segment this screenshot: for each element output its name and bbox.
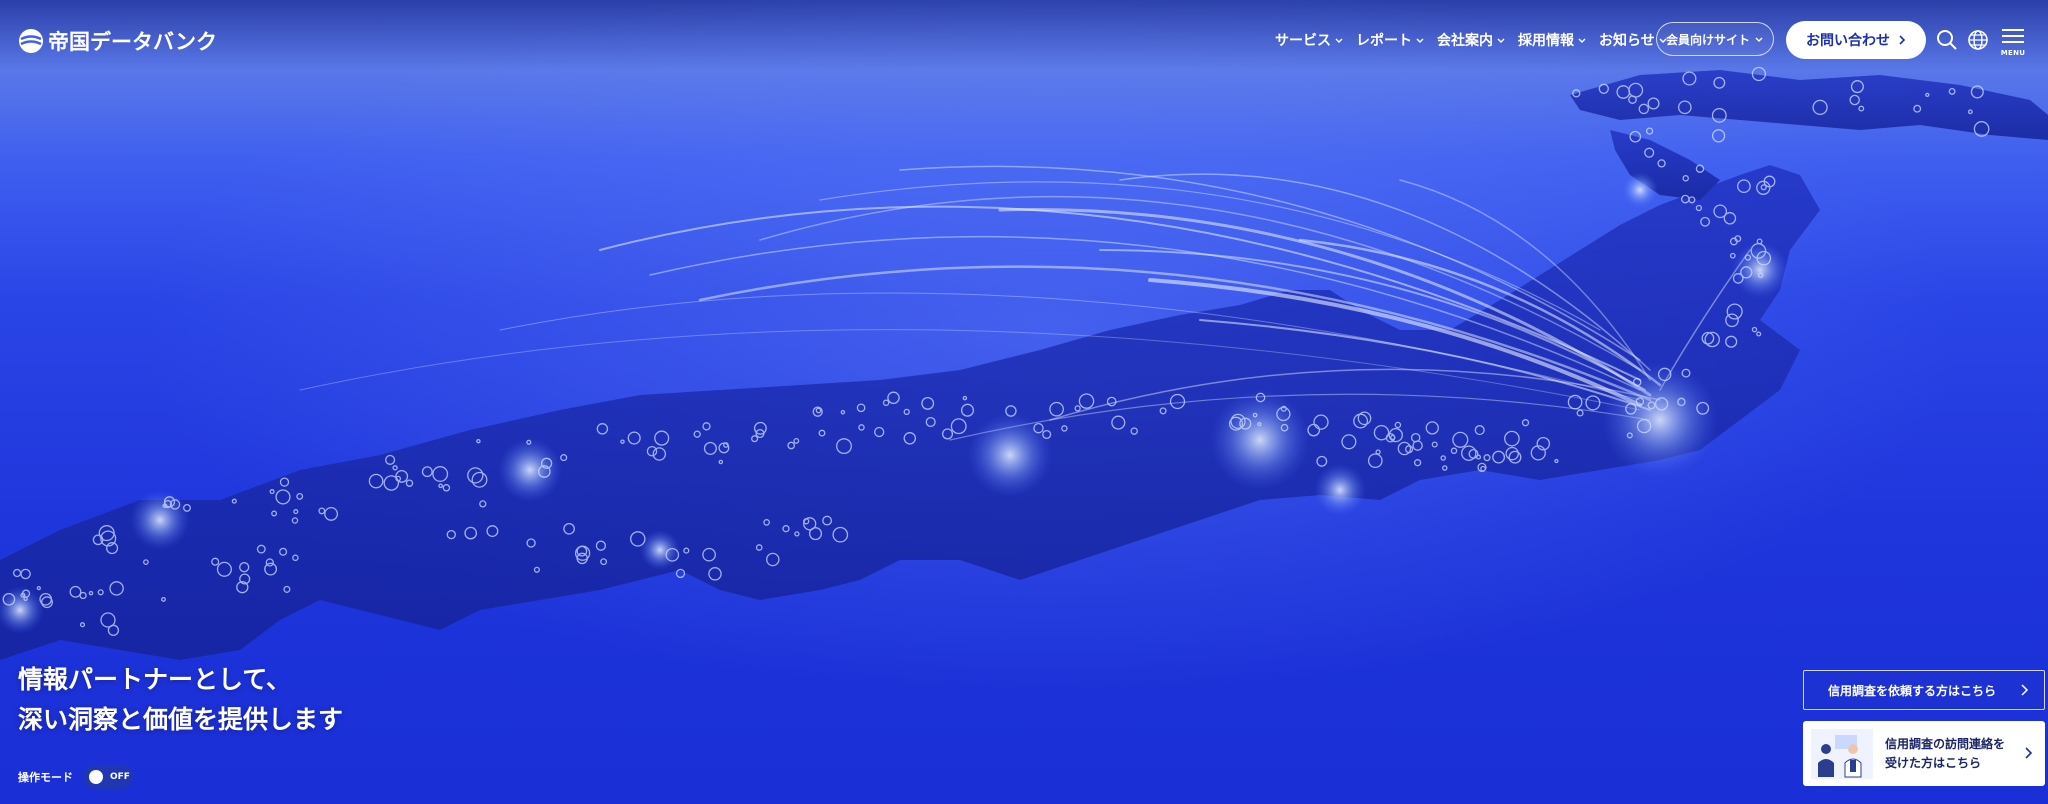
main-nav: サービス レポート 会社案内 採用情報 お知らせ xyxy=(1275,27,1680,53)
logo-text: 帝国データバンク xyxy=(48,30,218,54)
contact-label: お問い合わせ xyxy=(1806,33,1890,49)
operation-mode: 操作モード OFF xyxy=(18,765,133,789)
visit-line-1: 信用調査の訪問連絡を xyxy=(1885,736,2006,751)
people-illustration-icon xyxy=(1811,728,1873,779)
nav-label: 採用情報 xyxy=(1518,33,1574,49)
menu-label: MENU xyxy=(2000,49,2026,57)
bubble xyxy=(675,568,686,579)
nav-item-services[interactable]: サービス xyxy=(1275,30,1344,50)
member-site-button[interactable]: 会員向けサイト xyxy=(1656,22,1774,56)
chevron-down-icon xyxy=(1755,37,1763,42)
menu-button[interactable]: MENU xyxy=(2000,28,2026,57)
chevron-right-icon xyxy=(2025,747,2033,759)
operation-mode-label: 操作モード xyxy=(18,771,73,784)
hero-headline: 情報パートナーとして、 深い洞察と価値を提供します xyxy=(18,660,343,740)
operation-mode-toggle[interactable]: OFF xyxy=(83,765,133,789)
globe-icon[interactable] xyxy=(1966,28,1990,52)
credit-request-link[interactable]: 信用調査を依頼する方はこちら xyxy=(1803,670,2045,710)
visit-line-2: 受けた方はこちら xyxy=(1885,755,1982,770)
toggle-knob xyxy=(89,770,103,784)
search-icon[interactable] xyxy=(1935,28,1959,52)
nav-label: 会社案内 xyxy=(1437,33,1493,49)
visit-contact-text: 信用調査の訪問連絡を 受けた方はこちら xyxy=(1885,735,2005,773)
chevron-right-icon xyxy=(2021,684,2029,696)
bubble xyxy=(1645,127,1654,135)
chevron-down-icon xyxy=(1578,38,1586,43)
chevron-down-icon xyxy=(1335,38,1343,43)
chevron-down-icon xyxy=(1416,38,1424,43)
credit-request-label: 信用調査を依頼する方はこちら xyxy=(1828,683,1997,698)
bubble xyxy=(1711,129,1726,143)
logo-mark-icon xyxy=(19,29,43,53)
logo[interactable]: 帝国データバンク xyxy=(18,27,217,55)
chevron-right-icon xyxy=(1899,35,1906,45)
member-site-label: 会員向けサイト xyxy=(1665,32,1750,47)
nav-label: サービス xyxy=(1275,33,1331,49)
site-header: 帝国データバンク サービス レポート 会社案内 採用情報 お知らせ 会員向けサイ… xyxy=(0,0,2048,80)
visit-contact-card[interactable]: 信用調査の訪問連絡を 受けた方はこちら xyxy=(1803,721,2045,786)
contact-button[interactable]: お問い合わせ xyxy=(1786,21,1926,59)
nav-item-recruit[interactable]: 採用情報 xyxy=(1518,30,1587,50)
chevron-down-icon xyxy=(1497,38,1505,43)
toggle-state: OFF xyxy=(110,772,130,782)
nav-item-company[interactable]: 会社案内 xyxy=(1437,30,1506,50)
nav-item-reports[interactable]: レポート xyxy=(1356,30,1425,50)
nav-label: レポート xyxy=(1356,33,1412,49)
headline-line-2: 深い洞察と価値を提供します xyxy=(18,705,344,734)
nav-label: お知らせ xyxy=(1599,33,1655,49)
hamburger-icon xyxy=(2002,29,2024,43)
headline-line-1: 情報パートナーとして、 xyxy=(18,665,292,694)
